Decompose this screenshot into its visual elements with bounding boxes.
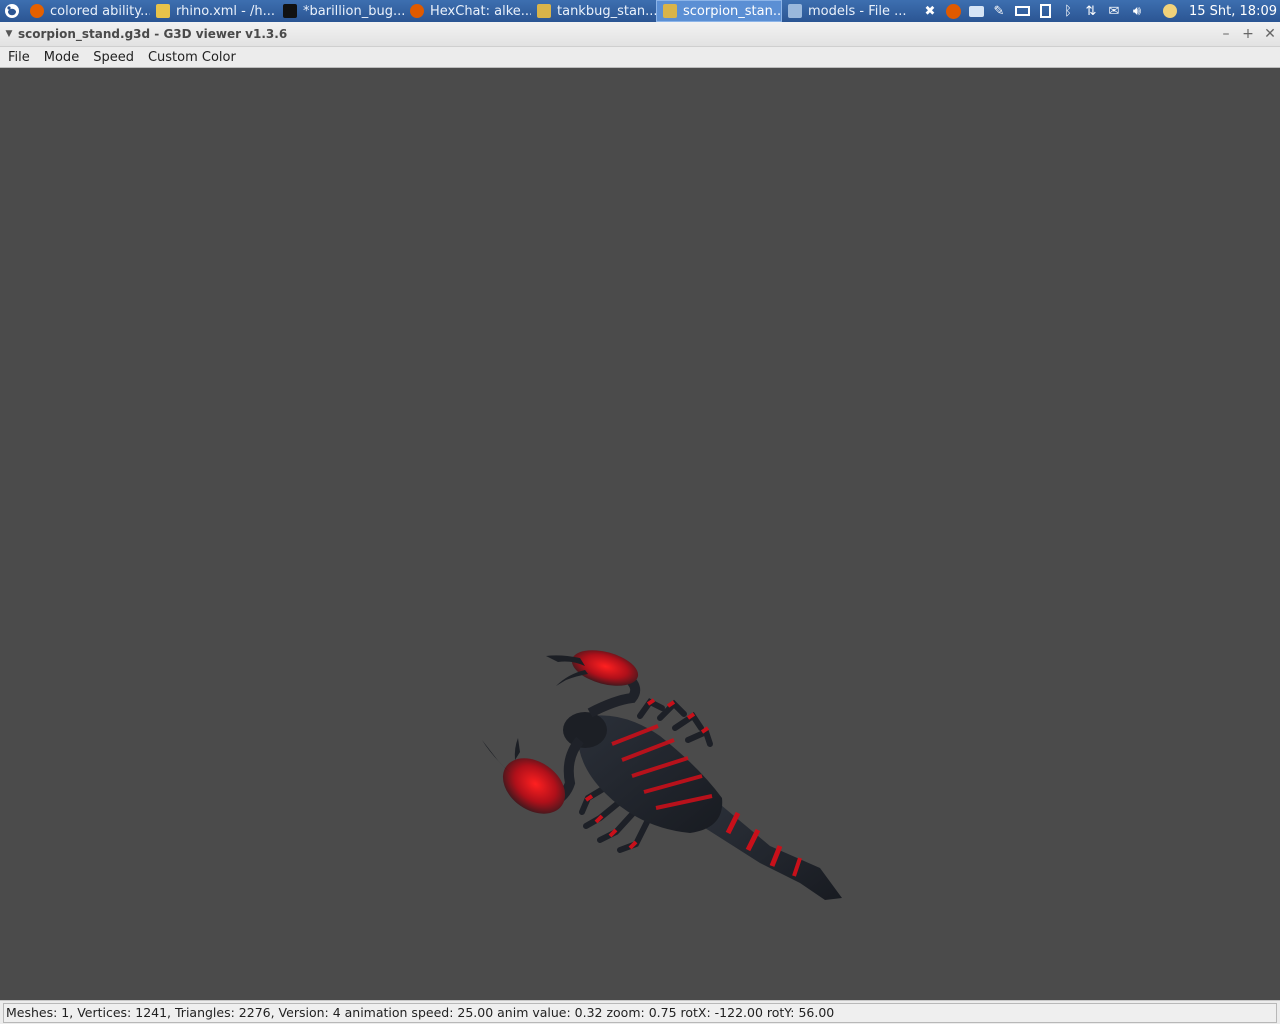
maximize-button[interactable]: + xyxy=(1240,26,1256,42)
hexchat-icon xyxy=(410,4,424,18)
dropbox-icon[interactable]: ✖ xyxy=(921,3,939,19)
scorpion xyxy=(482,650,842,900)
menu-bar: File Mode Speed Custom Color xyxy=(0,47,1280,68)
app-menu-button[interactable] xyxy=(0,0,24,22)
top-panel: colored ability... rhino.xml - /h... *ba… xyxy=(0,0,1280,22)
task-label: models - File ... xyxy=(808,3,907,19)
task-label: scorpion_stan... xyxy=(683,3,782,19)
terminal-icon xyxy=(283,4,297,18)
task-button-active[interactable]: scorpion_stan... xyxy=(656,0,782,22)
task-button[interactable]: HexChat: alke... xyxy=(404,0,531,22)
task-button[interactable]: *barillion_bug... xyxy=(277,0,404,22)
task-label: colored ability... xyxy=(50,3,150,19)
mail-icon[interactable]: ✉ xyxy=(1105,3,1123,19)
window-menu-icon[interactable]: ▼ xyxy=(0,29,18,39)
display-icon[interactable] xyxy=(1013,3,1031,19)
hexchat-tray-icon[interactable] xyxy=(944,3,962,19)
image-viewer-icon xyxy=(537,4,551,18)
close-button[interactable]: ✕ xyxy=(1262,26,1278,42)
task-label: tankbug_stan... xyxy=(557,3,656,19)
folder-tray-icon[interactable] xyxy=(967,3,985,19)
volume-icon[interactable]: 🔊︎ xyxy=(1128,3,1146,19)
weather-icon[interactable] xyxy=(1161,3,1179,19)
firefox-icon xyxy=(30,4,44,18)
model-viewport[interactable] xyxy=(0,68,1280,1000)
task-button[interactable]: colored ability... xyxy=(24,0,150,22)
clock[interactable]: 15 Sht, 18:09 xyxy=(1189,4,1277,19)
task-label: HexChat: alke... xyxy=(430,3,531,19)
bluetooth-icon[interactable]: ᛒ xyxy=(1059,3,1077,19)
minimize-button[interactable]: – xyxy=(1218,26,1234,42)
task-button[interactable]: models - File ... xyxy=(782,0,908,22)
menu-speed[interactable]: Speed xyxy=(86,47,141,68)
status-text: Meshes: 1, Vertices: 1241, Triangles: 22… xyxy=(3,1003,1277,1023)
window-titlebar[interactable]: ▼ scorpion_stand.g3d - G3D viewer v1.3.6… xyxy=(0,22,1280,47)
task-button[interactable]: rhino.xml - /h... xyxy=(150,0,277,22)
window-title: scorpion_stand.g3d - G3D viewer v1.3.6 xyxy=(18,27,288,41)
scorpion-model xyxy=(482,650,842,900)
system-tray: ✖ ✎ ᛒ ⇅ ✉ 🔊︎ 15 Sht, 18:09 xyxy=(919,0,1280,22)
text-editor-icon xyxy=(156,4,170,18)
task-button[interactable]: tankbug_stan... xyxy=(531,0,656,22)
task-label: *barillion_bug... xyxy=(303,3,404,19)
status-bar: Meshes: 1, Vertices: 1241, Triangles: 22… xyxy=(0,1000,1280,1024)
image-viewer-icon xyxy=(663,4,677,18)
notes-icon[interactable]: ✎ xyxy=(990,3,1008,19)
task-label: rhino.xml - /h... xyxy=(176,3,276,19)
network-icon[interactable]: ⇅ xyxy=(1082,3,1100,19)
menu-custom-color[interactable]: Custom Color xyxy=(141,47,243,68)
menu-file[interactable]: File xyxy=(1,47,37,68)
menu-mode[interactable]: Mode xyxy=(37,47,86,68)
xfce-mouse-icon xyxy=(5,4,19,18)
folder-icon xyxy=(788,4,802,18)
clipboard-icon[interactable] xyxy=(1036,3,1054,19)
